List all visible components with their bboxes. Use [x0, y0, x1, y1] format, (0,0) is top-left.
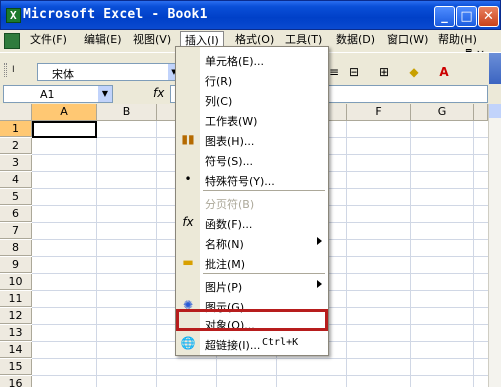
name-box[interactable]: A1 ▼	[3, 85, 113, 103]
title-bar: Microsoft Excel - Book1 _ □ ✕	[0, 0, 501, 30]
function-icon[interactable]: fx	[153, 86, 164, 100]
menu-window[interactable]: 窗口(W)	[385, 33, 430, 49]
merge-center-icon[interactable]: ⊟	[345, 64, 363, 80]
menu-file[interactable]: 文件(F)	[28, 33, 69, 49]
menu-item-chart[interactable]: ▮▮ 图表(H)...	[176, 129, 328, 149]
maximize-button[interactable]: □	[456, 6, 477, 27]
menu-item-label: 函数(F)...	[205, 218, 253, 231]
menu-item-symbol[interactable]: 符号(S)...	[176, 149, 328, 169]
gridline	[32, 358, 488, 359]
font-name-value: 宋体	[52, 68, 74, 81]
toolbar-options-icon[interactable]: Ⅰ	[12, 65, 15, 75]
scroll-up-button[interactable]	[489, 104, 501, 118]
row-header-11[interactable]: 11	[0, 291, 32, 307]
row-header-16[interactable]: 16	[0, 376, 32, 387]
vertical-scrollbar[interactable]	[488, 104, 501, 387]
submenu-arrow-icon	[317, 280, 322, 288]
close-button[interactable]: ✕	[478, 6, 499, 27]
menu-item-label: 超链接(I)...	[205, 339, 261, 352]
column-header-f[interactable]: F	[347, 104, 411, 121]
row-header-15[interactable]: 15	[0, 359, 32, 375]
column-header-g[interactable]: G	[411, 104, 474, 121]
gridline	[96, 121, 97, 387]
chevron-down-icon[interactable]: ▼	[98, 86, 112, 102]
menu-item-page-break: 分页符(B)	[176, 192, 328, 212]
comment-icon: ▬	[182, 255, 194, 269]
menu-item-label: 批注(M)	[205, 258, 246, 271]
row-header-2[interactable]: 2	[0, 138, 32, 154]
menu-grip-icon	[4, 33, 20, 49]
menu-item-label: 名称(N)	[205, 238, 244, 251]
font-color-icon[interactable]: A	[435, 64, 453, 80]
object-highlight-box	[176, 309, 328, 331]
border-icon[interactable]: ⊞	[375, 64, 393, 80]
menu-item-picture[interactable]: 图片(P)	[176, 275, 328, 295]
menu-item-rows[interactable]: 行(R)	[176, 69, 328, 89]
gridline	[156, 121, 157, 387]
row-header-14[interactable]: 14	[0, 342, 32, 358]
row-header-9[interactable]: 9	[0, 257, 32, 273]
gridline	[473, 121, 474, 387]
row-header-7[interactable]: 7	[0, 223, 32, 239]
row-header-5[interactable]: 5	[0, 189, 32, 205]
menu-item-label: 图表(H)...	[205, 135, 255, 148]
row-header-8[interactable]: 8	[0, 240, 32, 256]
menu-item-name[interactable]: 名称(N)	[176, 232, 328, 252]
font-name-select[interactable]: 宋体 ▼	[37, 63, 181, 81]
menu-item-cells[interactable]: 单元格(E)...	[176, 49, 328, 69]
menu-separator	[203, 273, 325, 274]
active-cell-a1[interactable]	[32, 121, 97, 138]
menu-separator	[203, 190, 325, 191]
excel-app-icon[interactable]	[6, 8, 21, 23]
row-header-12[interactable]: 12	[0, 308, 32, 324]
menu-item-columns[interactable]: 列(C)	[176, 89, 328, 109]
menu-item-shortcut: Ctrl+K	[262, 337, 299, 348]
menu-item-label: 分页符(B)	[205, 198, 255, 211]
menu-item-label: 单元格(E)...	[205, 55, 265, 68]
row-header-13[interactable]: 13	[0, 325, 32, 341]
bullet-icon: •	[184, 172, 192, 186]
gridline	[346, 121, 347, 387]
menu-item-label: 行(R)	[205, 75, 233, 88]
menu-item-function[interactable]: fx 函数(F)...	[176, 212, 328, 232]
menu-item-comment[interactable]: ▬ 批注(M)	[176, 252, 328, 272]
minimize-button[interactable]: _	[434, 6, 455, 27]
fill-color-icon[interactable]: ◆	[405, 64, 423, 80]
chart-icon: ▮▮	[181, 132, 195, 146]
column-header-b[interactable]: B	[97, 104, 157, 121]
menu-item-worksheet[interactable]: 工作表(W)	[176, 109, 328, 129]
submenu-arrow-icon	[317, 237, 322, 245]
menu-item-label: 图片(P)	[205, 281, 243, 294]
name-box-value: A1	[40, 88, 55, 101]
function-icon: fx	[182, 215, 194, 229]
row-header-4[interactable]: 4	[0, 172, 32, 188]
menu-data[interactable]: 数据(D)	[334, 33, 377, 49]
column-header-a[interactable]: A	[32, 104, 97, 121]
hyperlink-icon: 🌐	[180, 336, 196, 350]
gridline	[32, 375, 488, 376]
window-title: Microsoft Excel - Book1	[23, 7, 208, 22]
menu-view[interactable]: 视图(V)	[131, 33, 173, 49]
select-all-corner[interactable]	[0, 104, 32, 121]
gridline	[410, 121, 411, 387]
row-header-3[interactable]: 3	[0, 155, 32, 171]
row-header-1[interactable]: 1	[0, 121, 32, 137]
column-header-h[interactable]	[474, 104, 488, 121]
menu-item-special-symbol[interactable]: • 特殊符号(Y)...	[176, 169, 328, 189]
row-header-10[interactable]: 10	[0, 274, 32, 290]
row-header-6[interactable]: 6	[0, 206, 32, 222]
toolbar-grip-icon[interactable]	[4, 63, 7, 77]
menu-item-label: 列(C)	[205, 95, 233, 108]
menu-item-hyperlink[interactable]: 🌐 超链接(I)... Ctrl+K	[176, 333, 328, 353]
menu-edit[interactable]: 编辑(E)	[82, 33, 124, 49]
menu-item-label: 特殊符号(Y)...	[205, 175, 275, 188]
menu-item-label: 工作表(W)	[205, 115, 258, 128]
menu-item-label: 符号(S)...	[205, 155, 254, 168]
toolbar-overflow-button[interactable]	[489, 53, 501, 85]
